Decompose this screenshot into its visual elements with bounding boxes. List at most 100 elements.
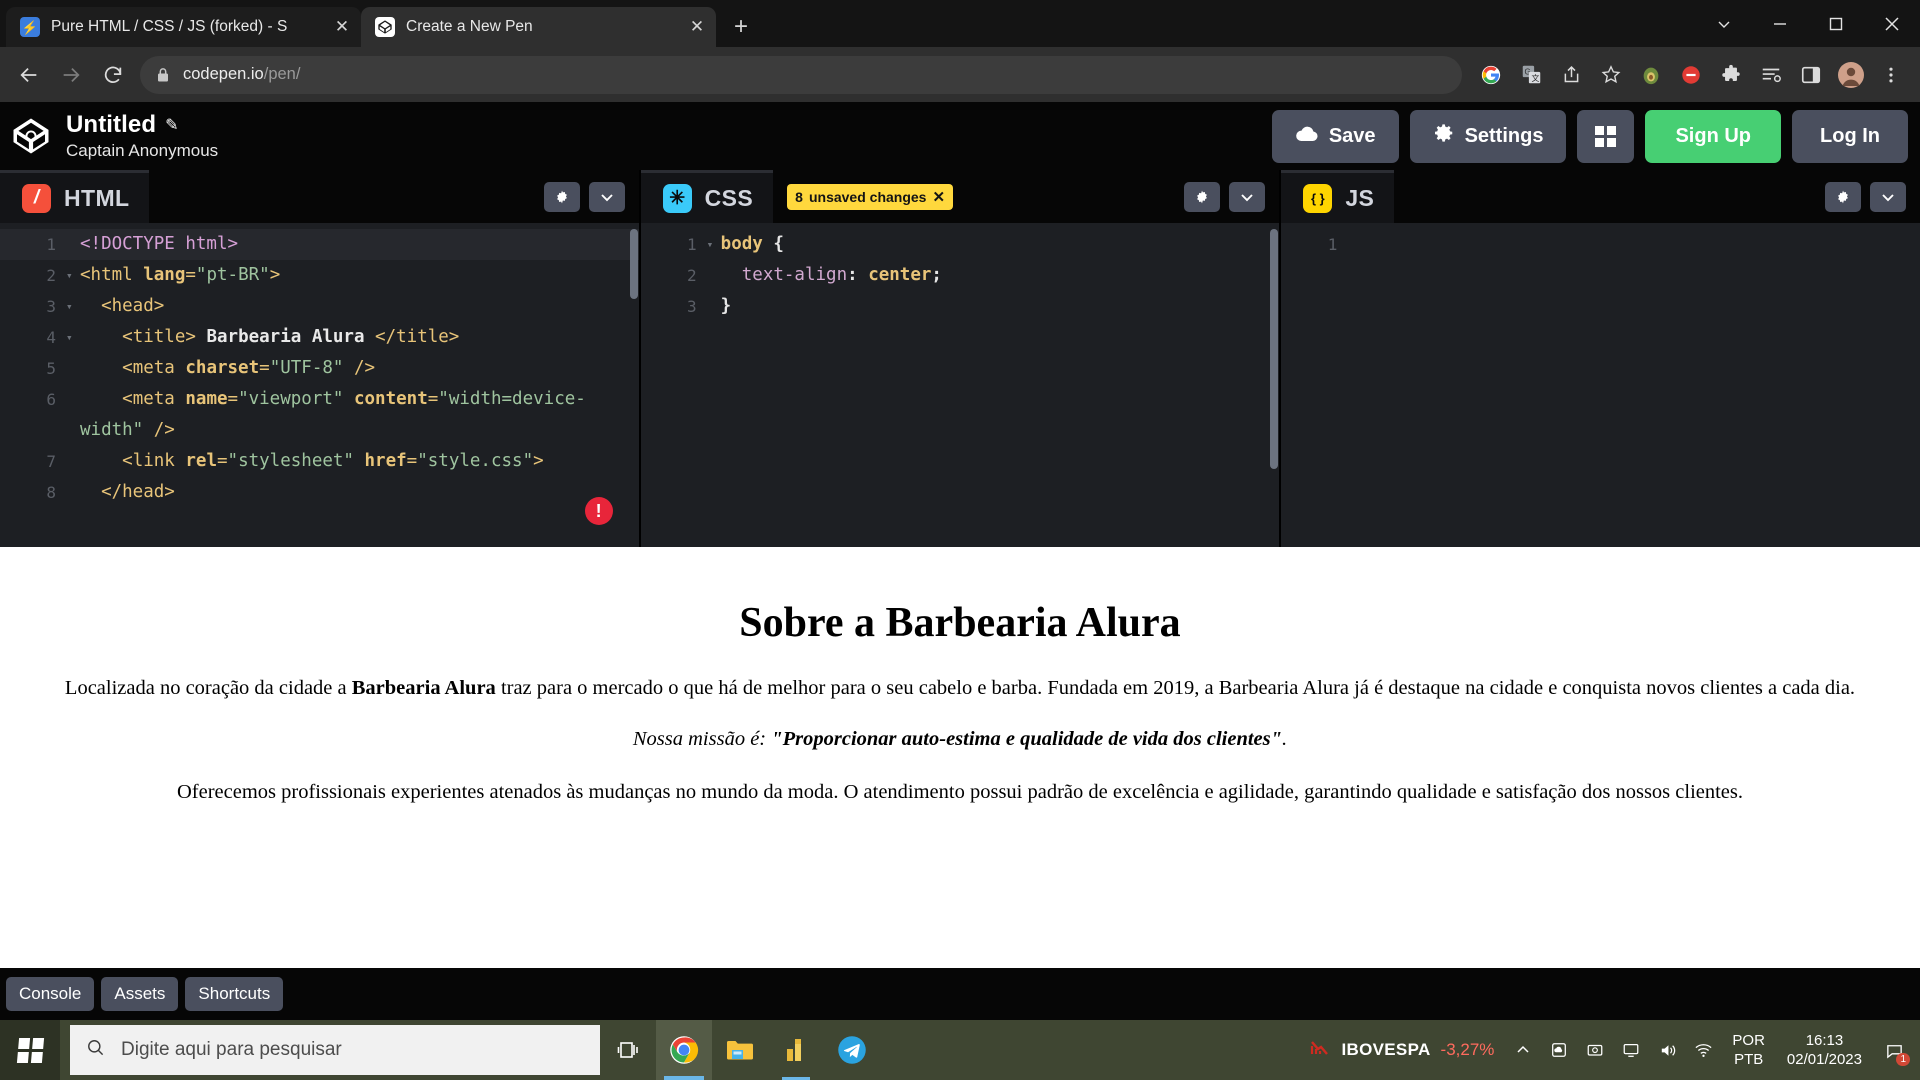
page-title[interactable]: Untitled xyxy=(66,111,156,139)
share-icon[interactable] xyxy=(1552,56,1590,94)
line-number: 7 xyxy=(46,452,56,471)
chevron-down-icon[interactable] xyxy=(1229,181,1266,212)
adblock-extension-icon[interactable] xyxy=(1672,56,1710,94)
profile-avatar-icon[interactable] xyxy=(1832,56,1870,94)
sign-up-button[interactable]: Sign Up xyxy=(1645,109,1782,163)
browser-tab-0[interactable]: ⚡ Pure HTML / CSS / JS (forked) - S ✕ xyxy=(6,7,361,47)
task-view-icon[interactable] xyxy=(600,1020,656,1080)
show-hidden-icons-chevron[interactable] xyxy=(1506,1020,1540,1080)
forward-arrow-icon[interactable] xyxy=(50,54,92,96)
windows-start-icon[interactable] xyxy=(0,1020,60,1080)
windows-taskbar: Digite aqui para pesquisar IBOVESPA -3,2… xyxy=(0,1020,1920,1080)
avocado-extension-icon[interactable] xyxy=(1632,56,1670,94)
fold-toggle-icon[interactable]: ▾ xyxy=(66,291,80,322)
window-controls xyxy=(1696,0,1920,47)
unsaved-count: 8 xyxy=(795,188,803,205)
code-line: 3 ▾ <head> xyxy=(0,291,639,322)
side-panel-icon[interactable] xyxy=(1792,56,1830,94)
error-badge[interactable]: ! xyxy=(584,497,613,525)
chrome-menu-icon[interactable] xyxy=(1872,56,1910,94)
code-line: 1 xyxy=(1281,229,1920,260)
fold-toggle-icon[interactable]: ▾ xyxy=(707,229,721,260)
preview-mission-quote: "Proporcionar auto-estima e qualidade de… xyxy=(771,728,1282,751)
codepen-logo-icon[interactable] xyxy=(10,115,52,157)
search-input[interactable]: Digite aqui para pesquisar xyxy=(70,1025,600,1075)
fold-toggle-icon[interactable]: ▾ xyxy=(66,260,80,291)
language-indicator[interactable]: POR PTB xyxy=(1722,1031,1775,1069)
code-area-css[interactable]: 1 ▾ body {2 text-align: center; 3} xyxy=(640,223,1280,547)
tab-css[interactable]: ✳ CSS xyxy=(640,170,774,223)
editor-label-js: JS xyxy=(1345,184,1375,211)
screen-capture-icon[interactable] xyxy=(1578,1020,1612,1080)
scrollbar-vertical[interactable] xyxy=(1270,229,1279,469)
preview-mission: Nossa missão é: "Proporcionar auto-estim… xyxy=(632,728,1288,751)
minimize-icon[interactable] xyxy=(1752,0,1808,47)
maximize-icon[interactable] xyxy=(1808,0,1864,47)
clock-time: 16:13 xyxy=(1805,1032,1844,1049)
gear-icon xyxy=(1433,122,1455,150)
close-icon[interactable]: ✕ xyxy=(684,14,710,40)
file-explorer-taskbar-icon[interactable] xyxy=(712,1020,768,1080)
code-text: </head> xyxy=(101,482,175,502)
chrome-taskbar-icon[interactable] xyxy=(656,1020,712,1080)
layout-grid-icon xyxy=(1595,125,1617,147)
stock-name: IBOVESPA xyxy=(1341,1040,1431,1059)
monitor-icon[interactable] xyxy=(1614,1020,1648,1080)
google-translate-icon[interactable]: G文 xyxy=(1512,56,1550,94)
unsaved-changes-badge[interactable]: 8 unsaved changes ✕ xyxy=(787,183,954,210)
code-area-html[interactable]: 1 <!DOCTYPE html> 2 ▾ <html lang="pt-BR"> 3 ▾ … xyxy=(0,223,639,547)
puzzle-extensions-icon[interactable] xyxy=(1712,56,1750,94)
codepen-app: Untitled ✎ Captain Anonymous Save Settin… xyxy=(0,102,1920,1020)
notification-icon[interactable]: 1 xyxy=(1874,1020,1914,1080)
gear-icon[interactable] xyxy=(1184,181,1221,212)
bookmark-star-icon[interactable] xyxy=(1592,56,1630,94)
tab-html[interactable]: / HTML xyxy=(0,170,150,223)
line-number: 3 xyxy=(46,297,56,316)
shortcuts-button[interactable]: Shortcuts xyxy=(185,977,284,1011)
scrollbar-vertical[interactable] xyxy=(629,229,638,299)
notification-count: 1 xyxy=(1896,1053,1910,1066)
telegram-taskbar-icon[interactable] xyxy=(824,1020,880,1080)
console-button[interactable]: Console xyxy=(6,977,95,1011)
code-line: 4 ▾ <title> Barbearia Alura </title> xyxy=(0,322,639,353)
code-area-js[interactable]: 1 xyxy=(1281,223,1920,547)
line-number: 1 xyxy=(687,235,697,254)
new-tab-button[interactable]: + xyxy=(724,10,758,44)
fold-toggle-icon[interactable]: ▾ xyxy=(66,322,80,353)
chevron-down-icon[interactable] xyxy=(588,181,625,212)
close-icon[interactable] xyxy=(1864,0,1920,47)
close-icon[interactable]: ✕ xyxy=(329,14,355,40)
editor-pane-css: ✳ CSS 8 unsaved changes ✕ 1 ▾ body {2 text-alig… xyxy=(640,170,1280,547)
line-number: 3 xyxy=(687,297,697,316)
settings-button[interactable]: Settings xyxy=(1409,109,1567,163)
assets-button[interactable]: Assets xyxy=(101,977,179,1011)
volume-icon[interactable] xyxy=(1650,1020,1684,1080)
gear-icon[interactable] xyxy=(1825,181,1862,212)
reload-icon[interactable] xyxy=(92,54,134,96)
preview-paragraph-2: Oferecemos profissionais experientes ate… xyxy=(176,781,1744,804)
chevron-down-icon[interactable] xyxy=(1870,181,1907,212)
preview-frame: Sobre a Barbearia Alura Localizada no co… xyxy=(0,547,1920,968)
google-icon[interactable] xyxy=(1472,56,1510,94)
tab-title: Create a New Pen xyxy=(406,18,533,35)
chevron-down-icon[interactable] xyxy=(1696,0,1752,47)
pencil-icon[interactable]: ✎ xyxy=(165,115,178,135)
save-button[interactable]: Save xyxy=(1271,109,1399,163)
address-bar[interactable]: codepen.io/pen/ xyxy=(140,55,1462,94)
gear-icon[interactable] xyxy=(543,181,580,212)
browser-tab-1[interactable]: Create a New Pen ✕ xyxy=(361,7,716,47)
layout-button[interactable] xyxy=(1577,109,1635,163)
clock[interactable]: 16:13 02/01/2023 xyxy=(1777,1031,1872,1069)
reading-list-icon[interactable] xyxy=(1752,56,1790,94)
log-in-button[interactable]: Log In xyxy=(1792,109,1908,163)
stock-ticker[interactable]: IBOVESPA -3,27% xyxy=(1298,1036,1505,1065)
line-number: 2 xyxy=(46,266,56,285)
back-arrow-icon[interactable] xyxy=(8,54,50,96)
tab-js[interactable]: { } JS xyxy=(1281,170,1395,223)
network-icon[interactable] xyxy=(1686,1020,1720,1080)
bar-chart-app-taskbar-icon[interactable] xyxy=(768,1020,824,1080)
close-icon[interactable]: ✕ xyxy=(932,188,945,206)
editor-tools-html xyxy=(543,181,625,212)
onedrive-icon[interactable] xyxy=(1542,1020,1576,1080)
clock-date: 02/01/2023 xyxy=(1786,1051,1862,1068)
